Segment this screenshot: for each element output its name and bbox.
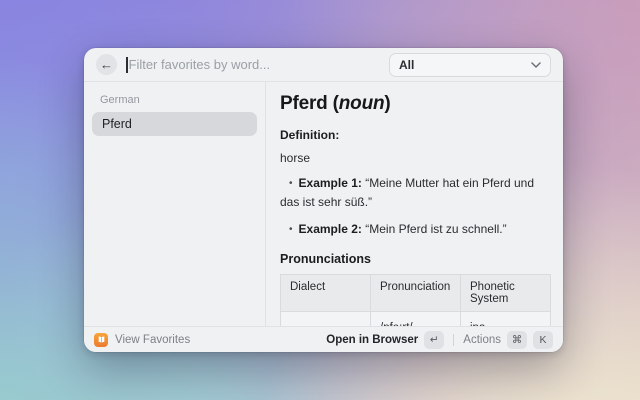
book-icon <box>94 333 108 347</box>
footer-divider <box>453 334 454 346</box>
bullet-icon: • <box>289 224 293 235</box>
sidebar-section-label: German <box>100 94 249 106</box>
col-header-pronunciation: Pronunciation <box>371 274 461 311</box>
back-button[interactable]: ← <box>96 54 117 75</box>
pronunciations-table: Dialect Pronunciation Phonetic System - … <box>280 274 551 326</box>
detail-panel: Pferd (noun) Definition: horse • Example … <box>266 82 563 326</box>
example-label: Example 1: <box>299 176 362 190</box>
table-header-row: Dialect Pronunciation Phonetic System <box>281 274 551 311</box>
app-window: ← All German Pferd Pferd (noun) Definiti… <box>84 48 563 352</box>
filter-dropdown-value: All <box>399 58 414 72</box>
search-input[interactable] <box>128 57 390 72</box>
pronunciations-heading: Pronunciations <box>280 252 551 266</box>
action-bar: View Favorites Open in Browser ↵ Actions… <box>84 326 563 352</box>
entry-part-of-speech: noun <box>339 93 385 114</box>
extension-name: View Favorites <box>115 334 190 346</box>
col-header-phonetic-system: Phonetic System <box>461 274 551 311</box>
results-sidebar: German Pferd <box>84 82 266 326</box>
example-text: “Mein Pferd ist zu schnell.” <box>365 222 506 236</box>
definition-heading: Definition: <box>280 128 551 142</box>
command-key-icon: ⌘ <box>507 331 527 349</box>
example-item-2: • Example 2: “Mein Pferd ist zu schnell.” <box>280 220 551 239</box>
cell-phonetic-system: ipa <box>461 311 551 326</box>
k-key-icon: K <box>533 331 553 349</box>
return-key-icon: ↵ <box>424 331 444 349</box>
cell-dialect: - <box>281 311 371 326</box>
chevron-down-icon <box>531 62 541 68</box>
definition-text: horse <box>280 151 551 165</box>
filter-dropdown[interactable]: All <box>389 53 551 77</box>
actions-menu-button[interactable]: Actions ⌘ K <box>463 331 553 349</box>
cell-pronunciation: /pfe:rt/, [(p)fe:ɐ̯t], /fe:rt/, [fe:ɐ̯t]… <box>371 311 461 326</box>
table-row: - /pfe:rt/, [(p)fe:ɐ̯t], /fe:rt/, [fe:ɐ̯… <box>281 311 551 326</box>
example-item-1: •Example 1: “Meine Mutter hat ein Pferd … <box>280 174 551 211</box>
example-label: Example 2: <box>299 222 362 236</box>
bullet-icon: • <box>289 178 293 189</box>
search-field-wrap <box>126 48 389 81</box>
sidebar-item-pferd[interactable]: Pferd <box>92 112 257 136</box>
top-bar: ← All <box>84 48 563 82</box>
entry-title: Pferd (noun) <box>280 93 551 115</box>
open-in-browser-button[interactable]: Open in Browser ↵ <box>326 331 444 349</box>
back-arrow-icon: ← <box>100 57 113 72</box>
sidebar-item-label: Pferd <box>102 117 132 131</box>
window-body: German Pferd Pferd (noun) Definition: ho… <box>84 82 563 326</box>
col-header-dialect: Dialect <box>281 274 371 311</box>
